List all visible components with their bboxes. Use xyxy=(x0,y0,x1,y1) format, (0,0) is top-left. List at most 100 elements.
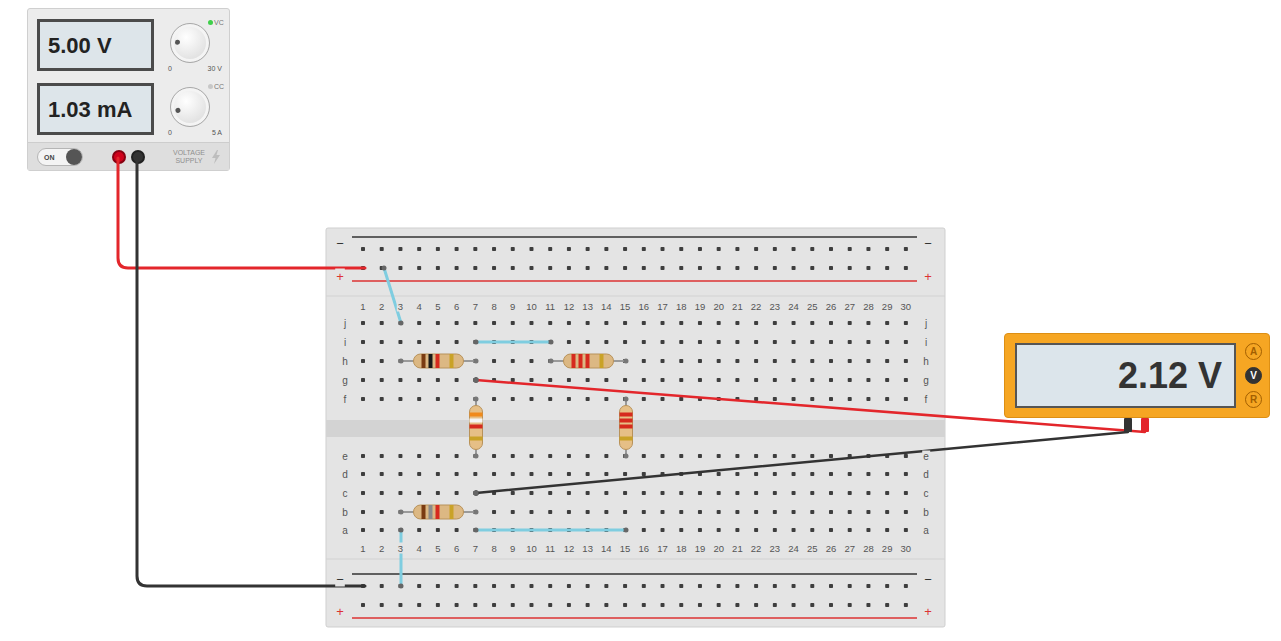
breadboard-hole[interactable] xyxy=(361,603,365,607)
breadboard-hole[interactable] xyxy=(735,472,739,476)
breadboard-hole[interactable] xyxy=(642,340,646,344)
breadboard-hole[interactable] xyxy=(417,397,421,401)
breadboard-hole[interactable] xyxy=(529,378,533,382)
power-supply[interactable]: 5.00 V 1.03 mA 030 VVC05 ACC ON VOLTAGE … xyxy=(27,8,230,171)
breadboard-hole[interactable] xyxy=(567,378,571,382)
breadboard-hole[interactable] xyxy=(492,472,496,476)
breadboard-hole[interactable] xyxy=(661,321,665,325)
breadboard-hole[interactable] xyxy=(492,510,496,514)
breadboard-hole[interactable] xyxy=(829,584,833,588)
breadboard-hole[interactable] xyxy=(511,397,515,401)
switch-knob[interactable] xyxy=(66,149,82,165)
breadboard-hole[interactable] xyxy=(885,454,889,458)
breadboard-hole[interactable] xyxy=(473,454,477,458)
breadboard-hole[interactable] xyxy=(679,340,683,344)
breadboard-hole[interactable] xyxy=(792,321,796,325)
breadboard-hole[interactable] xyxy=(398,584,402,588)
breadboard-hole[interactable] xyxy=(361,378,365,382)
breadboard-hole[interactable] xyxy=(848,359,852,363)
breadboard-hole[interactable] xyxy=(567,266,571,270)
breadboard-hole[interactable] xyxy=(773,378,777,382)
breadboard-hole[interactable] xyxy=(398,266,402,270)
breadboard-hole[interactable] xyxy=(698,397,702,401)
breadboard-hole[interactable] xyxy=(642,510,646,514)
breadboard-hole[interactable] xyxy=(885,247,889,251)
breadboard-hole[interactable] xyxy=(661,510,665,514)
breadboard-hole[interactable] xyxy=(567,359,571,363)
breadboard-hole[interactable] xyxy=(829,340,833,344)
breadboard-hole[interactable] xyxy=(885,491,889,495)
breadboard-hole[interactable] xyxy=(511,378,515,382)
breadboard-hole[interactable] xyxy=(810,454,814,458)
breadboard-hole[interactable] xyxy=(717,603,721,607)
breadboard-hole[interactable] xyxy=(529,247,533,251)
breadboard-hole[interactable] xyxy=(735,397,739,401)
breadboard-hole[interactable] xyxy=(661,378,665,382)
breadboard-hole[interactable] xyxy=(885,340,889,344)
breadboard-hole[interactable] xyxy=(511,454,515,458)
breadboard-hole[interactable] xyxy=(773,491,777,495)
breadboard-hole[interactable] xyxy=(567,340,571,344)
breadboard-hole[interactable] xyxy=(773,472,777,476)
breadboard-hole[interactable] xyxy=(398,454,402,458)
breadboard-hole[interactable] xyxy=(754,584,758,588)
breadboard-hole[interactable] xyxy=(380,454,384,458)
resistor[interactable] xyxy=(399,354,479,368)
breadboard-hole[interactable] xyxy=(698,321,702,325)
breadboard-hole[interactable] xyxy=(380,340,384,344)
breadboard-hole[interactable] xyxy=(529,584,533,588)
breadboard-hole[interactable] xyxy=(455,603,459,607)
breadboard-hole[interactable] xyxy=(866,321,870,325)
breadboard-hole[interactable] xyxy=(586,454,590,458)
breadboard-hole[interactable] xyxy=(735,528,739,532)
breadboard-hole[interactable] xyxy=(661,528,665,532)
breadboard-hole[interactable] xyxy=(455,378,459,382)
breadboard-hole[interactable] xyxy=(885,359,889,363)
breadboard-hole[interactable] xyxy=(529,510,533,514)
breadboard-hole[interactable] xyxy=(866,378,870,382)
breadboard-hole[interactable] xyxy=(567,454,571,458)
breadboard-hole[interactable] xyxy=(623,454,627,458)
power-switch[interactable]: ON xyxy=(37,148,83,166)
breadboard-hole[interactable] xyxy=(436,491,440,495)
breadboard-hole[interactable] xyxy=(848,340,852,344)
mode-button[interactable]: R xyxy=(1245,391,1262,408)
breadboard-hole[interactable] xyxy=(455,491,459,495)
breadboard-hole[interactable] xyxy=(661,603,665,607)
breadboard-hole[interactable] xyxy=(885,321,889,325)
breadboard-hole[interactable] xyxy=(492,454,496,458)
breadboard-hole[interactable] xyxy=(829,472,833,476)
breadboard-hole[interactable] xyxy=(586,321,590,325)
breadboard-hole[interactable] xyxy=(473,472,477,476)
breadboard-hole[interactable] xyxy=(679,359,683,363)
breadboard-hole[interactable] xyxy=(604,359,608,363)
breadboard-hole[interactable] xyxy=(361,454,365,458)
breadboard-hole[interactable] xyxy=(866,247,870,251)
breadboard-hole[interactable] xyxy=(361,397,365,401)
breadboard-hole[interactable] xyxy=(436,603,440,607)
breadboard-hole[interactable] xyxy=(436,340,440,344)
breadboard-hole[interactable] xyxy=(529,472,533,476)
breadboard-hole[interactable] xyxy=(436,378,440,382)
breadboard-hole[interactable] xyxy=(698,359,702,363)
breadboard-hole[interactable] xyxy=(754,510,758,514)
breadboard-hole[interactable] xyxy=(754,321,758,325)
probe-plug[interactable] xyxy=(1141,418,1149,432)
breadboard-hole[interactable] xyxy=(829,321,833,325)
breadboard-hole[interactable] xyxy=(604,397,608,401)
breadboard-hole[interactable] xyxy=(473,378,477,382)
breadboard-hole[interactable] xyxy=(885,584,889,588)
breadboard-hole[interactable] xyxy=(773,603,777,607)
breadboard-hole[interactable] xyxy=(792,472,796,476)
breadboard-hole[interactable] xyxy=(417,378,421,382)
breadboard-hole[interactable] xyxy=(679,584,683,588)
breadboard-hole[interactable] xyxy=(866,472,870,476)
breadboard-hole[interactable] xyxy=(473,247,477,251)
breadboard-hole[interactable] xyxy=(436,359,440,363)
breadboard-hole[interactable] xyxy=(417,584,421,588)
breadboard-hole[interactable] xyxy=(417,510,421,514)
breadboard-hole[interactable] xyxy=(754,340,758,344)
breadboard-hole[interactable] xyxy=(492,378,496,382)
breadboard-hole[interactable] xyxy=(848,378,852,382)
breadboard-hole[interactable] xyxy=(717,528,721,532)
